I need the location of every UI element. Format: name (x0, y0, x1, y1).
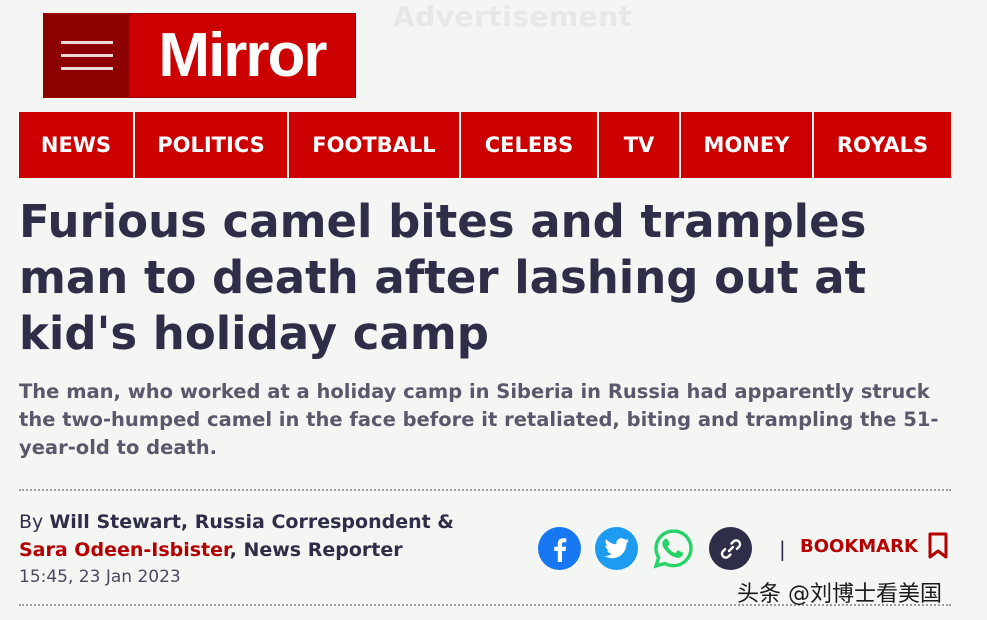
hamburger-menu-button[interactable] (44, 14, 129, 97)
nav-item-royals[interactable]: ROYALS (814, 112, 951, 178)
nav-item-news[interactable]: NEWS (19, 112, 135, 178)
bookmark-label: BOOKMARK (800, 535, 918, 557)
site-header-logo: Mirror (43, 13, 356, 98)
twitter-icon (604, 537, 629, 558)
link-icon (720, 538, 741, 559)
nav-item-tv[interactable]: TV (599, 112, 681, 178)
nav-item-money[interactable]: MONEY (681, 112, 814, 178)
share-whatsapp-button[interactable] (652, 527, 695, 570)
advertisement-label: Advertisement (393, 0, 633, 33)
author-role: , News Reporter (229, 539, 403, 561)
article-standfirst: The man, who worked at a holiday camp in… (19, 380, 939, 459)
byline: By Will Stewart, Russia Correspondent & … (19, 508, 519, 564)
menu-icon-line (60, 67, 113, 70)
nav-item-politics[interactable]: POLITICS (135, 112, 289, 178)
whatsapp-icon (653, 529, 693, 569)
share-facebook-button[interactable] (538, 527, 581, 570)
menu-icon-line (60, 54, 113, 57)
facebook-icon (553, 537, 566, 562)
top-divider (19, 489, 951, 491)
author-name-link[interactable]: Sara Odeen-Isbister (19, 539, 230, 561)
nav-item-football[interactable]: FOOTBALL (289, 112, 461, 178)
nav-item-celebs[interactable]: CELEBS (461, 112, 599, 178)
menu-icon (60, 41, 113, 44)
main-navigation: NEWS POLITICS FOOTBALL CELEBS TV MONEY R… (19, 112, 951, 178)
author-name[interactable]: Will Stewart (49, 511, 181, 533)
copy-link-button[interactable] (709, 527, 752, 570)
share-bar (538, 527, 752, 570)
author-role: , Russia Correspondent & (180, 511, 454, 533)
bookmark-icon (928, 532, 948, 559)
source-watermark: 头条 @刘博士看美国 (737, 582, 942, 607)
share-separator: | (779, 537, 786, 561)
brand-logo[interactable]: Mirror (129, 14, 355, 97)
byline-prefix: By (19, 511, 50, 533)
article-headline: Furious camel bites and tramples man to … (19, 195, 867, 360)
bookmark-button[interactable]: BOOKMARK (800, 532, 948, 560)
publish-timestamp: 15:45, 23 Jan 2023 (19, 567, 181, 587)
share-twitter-button[interactable] (595, 527, 638, 570)
